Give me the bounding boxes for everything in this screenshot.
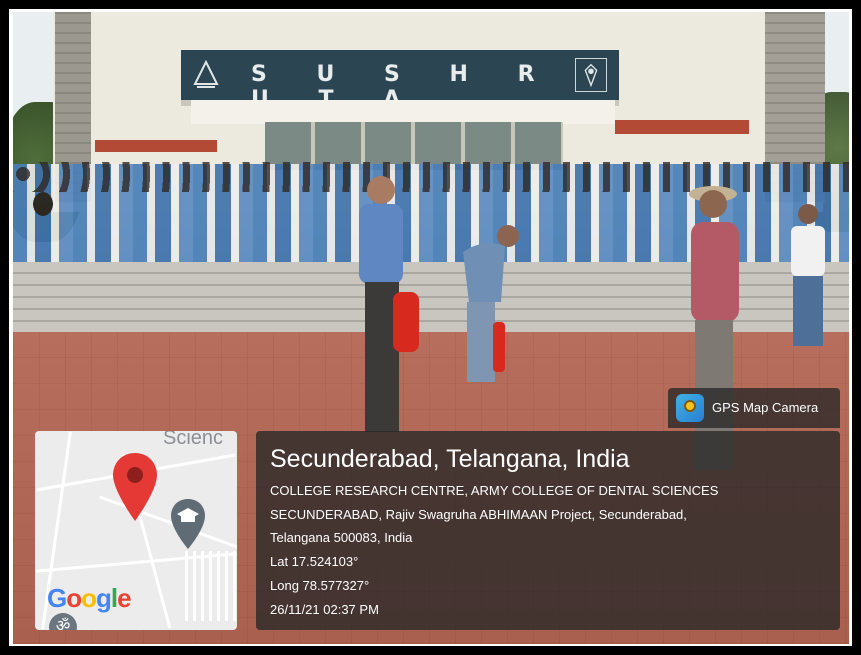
address-line-2: SECUNDERABAD, Rajiv Swagruha ABHIMAAN Pr…	[270, 507, 687, 522]
gps-map-camera-icon	[676, 394, 704, 422]
map-pin-icon	[113, 453, 157, 521]
address-line-3: Telangana 500083, India	[270, 530, 413, 545]
location-title: Secunderabad, Telangana, India	[270, 445, 630, 473]
om-symbol-icon: ॐ	[49, 613, 77, 630]
longitude: Long 78.577327°	[270, 578, 370, 593]
gps-map-camera-badge: GPS Map Camera	[668, 388, 840, 428]
building-sign: S U S H R U T A	[181, 50, 619, 112]
emblem-icon	[575, 58, 607, 92]
location-info-card: Secunderabad, Telangana, India COLLEGE R…	[256, 431, 840, 630]
map-place-label: Scienc	[163, 431, 224, 449]
latitude: Lat 17.524103°	[270, 554, 359, 569]
college-logo-icon	[193, 60, 219, 88]
awning-right	[615, 120, 749, 134]
man-with-extinguisher	[359, 176, 419, 432]
entrance-canopy	[191, 100, 615, 124]
google-logo: Google	[47, 583, 132, 613]
school-icon	[171, 499, 205, 549]
gps-map-camera-label: GPS Map Camera	[712, 400, 819, 415]
bystander-right	[791, 204, 825, 346]
man-operating-extinguisher	[463, 225, 519, 382]
address-line-1: COLLEGE RESEARCH CENTRE, ARMY COLLEGE OF…	[270, 483, 719, 498]
map-thumbnail: Scienc Google ॐ	[35, 431, 237, 630]
awning-left	[95, 140, 217, 152]
timestamp: 26/11/21 02:37 PM	[270, 602, 379, 617]
